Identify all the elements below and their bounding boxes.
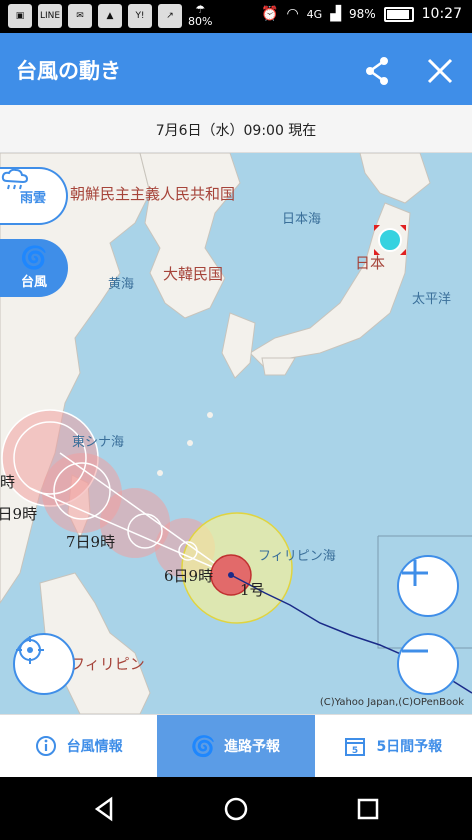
date-bar: 7月6日（水）09:00 現在 [0,105,472,153]
tab-typhoon-info-label: 台風情報 [66,739,123,755]
map-canvas [0,153,472,714]
photo-icon: ▲ [98,4,122,28]
tab-track-forecast[interactable]: 🌀 進路予報 [157,715,315,777]
yahoo-icon: Y! [128,4,152,28]
back-button[interactable] [91,795,119,823]
app-header: 台風の動き [0,33,472,105]
land-shikoku [261,357,296,376]
typhoon-map[interactable]: 朝鮮民主主義人民共和国 大韓民国 黄海 日本海 日本 太平洋 東シナ海 フィリピ… [0,153,472,714]
forecast-label-day8: 8日9時 [0,505,38,523]
land-honshu [249,202,411,369]
minus-icon [402,649,428,653]
page-title: 台風の動き [16,59,121,83]
network-type: 4G [306,7,323,21]
forecast-label-day9: 時 [0,473,16,491]
close-button[interactable] [420,51,460,91]
weather-icon: ☂ 80% [188,3,213,28]
zoom-out-button[interactable] [397,633,459,695]
battery-icon [383,6,414,22]
land-korea [139,153,241,319]
forecast-label-day7: 7日9時 [66,533,116,551]
label-pacific: 太平洋 [412,292,452,307]
signal-icon: ▟ [330,6,341,22]
current-location-button[interactable] [13,633,75,695]
notification-icon: ▣ [8,4,32,28]
info-icon [35,735,57,757]
home-button[interactable] [222,795,250,823]
status-right: ⏰ ◠ 4G ▟ 98% 10:27 [261,6,462,22]
label-north-korea: 朝鮮民主主義人民共和国 [70,185,236,203]
share-button[interactable] [358,51,398,91]
label-east-china-sea: 東シナ海 [72,435,125,450]
tab-typhoon-info[interactable]: 台風情報 [0,715,157,777]
zoom-in-button[interactable] [397,555,459,617]
close-icon [427,58,453,84]
calendar-day: 5 [352,746,358,756]
share-icon: ↗ [158,4,182,28]
weather-percent: 80% [188,15,213,28]
status-time: 10:27 [421,6,462,22]
typhoon-label: 台風 [20,274,47,290]
line-icon: LINE [38,4,62,28]
recents-button[interactable] [354,795,382,823]
rain-cloud-button[interactable]: 雨雲 [0,167,68,225]
alarm-icon: ⏰ [261,6,279,22]
label-south-korea: 大韓民国 [163,265,224,283]
typhoon-button[interactable]: 🌀 台風 [0,239,68,297]
forecast-label-day6: 6日9時 [164,567,214,585]
calendar-icon: 5 [344,735,366,757]
label-yellow-sea: 黄海 [108,277,135,292]
crosshair-icon [16,636,44,664]
tab-5day-forecast-label: 5日間予報 [376,739,443,755]
typhoon-icon: 🌀 [190,734,216,758]
current-date: 7月6日（水）09:00 現在 [155,123,317,139]
tab-5day-forecast[interactable]: 5 5日間予報 [315,715,472,777]
mail-icon: ✉ [68,4,92,28]
map-copyright: (C)Yahoo Japan,(C)OPenBook [319,697,464,708]
typhoon-name-label: 1号 [240,581,265,599]
battery-percent: 98% [348,7,376,21]
label-japan-sea: 日本海 [282,212,322,227]
status-notifications: ▣ LINE ✉ ▲ Y! ↗ ☂ 80% [8,4,212,28]
label-japan: 日本 [355,254,386,272]
share-icon [366,57,388,85]
land-hokkaido [359,153,431,204]
status-bar: ▣ LINE ✉ ▲ Y! ↗ ☂ 80% ⏰ ◠ 4G ▟ 98% 10:27 [0,0,472,33]
android-nav-bar [0,777,472,840]
label-philippines: フィリピン [70,655,145,673]
land-kyushu [221,312,256,379]
rain-cloud-icon [1,169,29,190]
tab-track-forecast-label: 進路予報 [223,739,280,755]
wifi-icon: ◠ [286,6,299,22]
plus-icon [402,560,428,586]
bottom-tab-bar: 台風情報 🌀 進路予報 5 5日間予報 [0,714,472,777]
label-philippine-sea: フィリピン海 [258,549,336,564]
typhoon-icon: 🌀 [20,245,48,271]
